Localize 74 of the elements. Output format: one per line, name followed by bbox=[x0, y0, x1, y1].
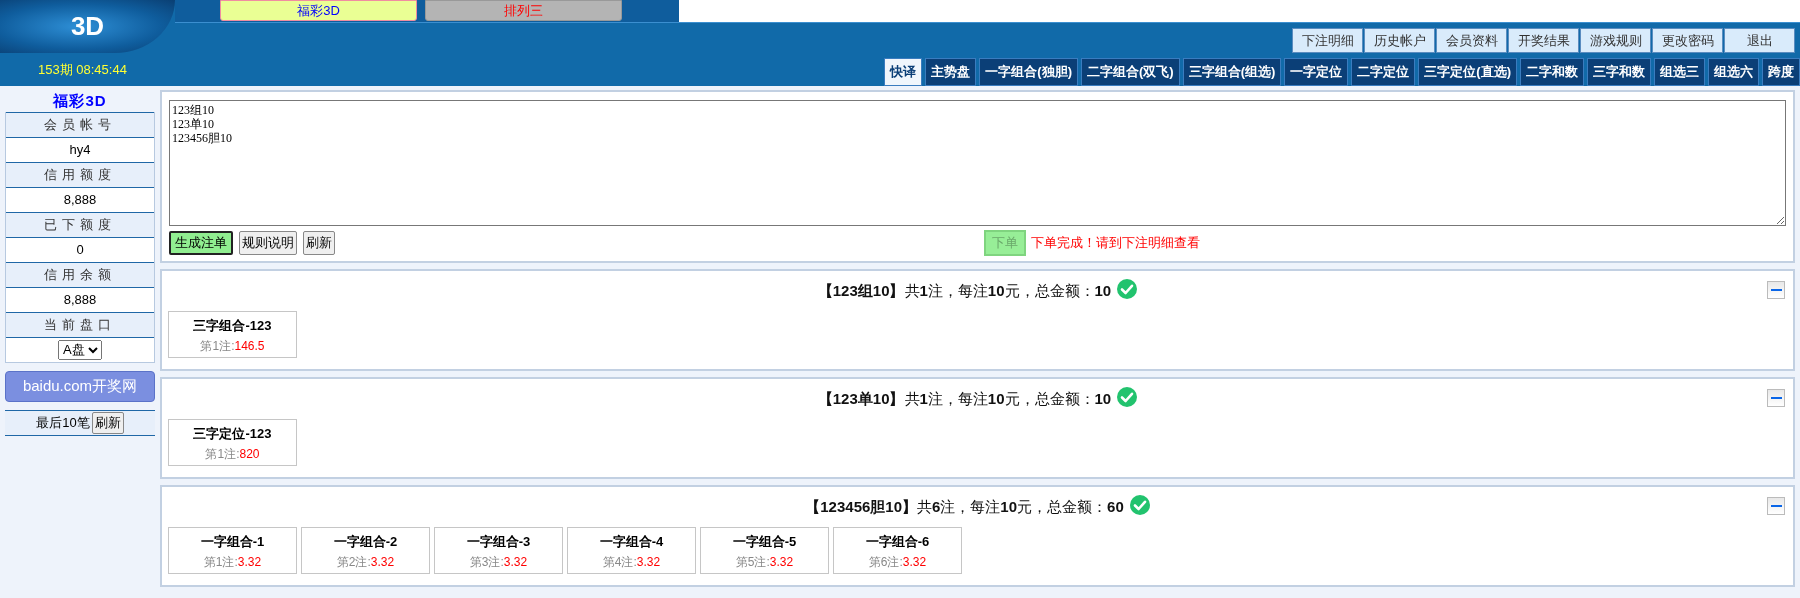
bet-input-field[interactable]: 123组10 123单10 123456胆10 bbox=[169, 100, 1786, 226]
recent-label: 最后10笔 bbox=[36, 414, 90, 432]
nav-button[interactable]: 更改密码 bbox=[1652, 28, 1723, 53]
status-message: 下单完成！请到下注明细查看 bbox=[1031, 234, 1200, 252]
action-button[interactable]: 生成注单 bbox=[169, 231, 233, 255]
game-tab[interactable]: 三字定位(直选) bbox=[1418, 58, 1517, 86]
bet-summary: 【123456胆10】共6注，每注10元，总金额：60 bbox=[805, 497, 1124, 517]
lottery-tab[interactable]: 福彩3D bbox=[220, 0, 417, 21]
bet-odds: 3.32 bbox=[237, 555, 262, 569]
bet-title: 一字组合-1 bbox=[199, 533, 266, 551]
bet-odds: 3.32 bbox=[769, 555, 794, 569]
bet-label: 第2注: bbox=[336, 555, 371, 569]
minus-icon bbox=[1770, 289, 1782, 291]
bet-title: 一字组合-2 bbox=[332, 533, 399, 551]
bet-odds: 820 bbox=[239, 447, 260, 461]
game-tab[interactable]: 一字定位 bbox=[1284, 58, 1349, 86]
bet-summary: 【123组10】共1注，每注10元，总金额：10 bbox=[817, 281, 1112, 301]
nav-button[interactable]: 游戏规则 bbox=[1580, 28, 1651, 53]
collapse-button[interactable] bbox=[1767, 281, 1785, 299]
bet-odds: 3.32 bbox=[636, 555, 661, 569]
bet-label: 第6注: bbox=[868, 555, 903, 569]
game-tab[interactable]: 组选六 bbox=[1708, 58, 1759, 86]
nav-button[interactable]: 会员资料 bbox=[1436, 28, 1507, 53]
game-tab[interactable]: 主势盘 bbox=[925, 58, 977, 86]
game-tab[interactable]: 二字和数 bbox=[1520, 58, 1584, 86]
game-tab[interactable]: 跨度 bbox=[1762, 58, 1800, 86]
bet-summary: 【123单10】共1注，每注10元，总金额：10 bbox=[817, 389, 1112, 409]
field-value: 8,888 bbox=[6, 287, 154, 312]
bet-label: 第5注: bbox=[735, 555, 770, 569]
field-value: 0 bbox=[6, 237, 154, 262]
nav-button[interactable]: 下注明细 bbox=[1292, 28, 1363, 53]
bet-title: 三字定位-123 bbox=[192, 425, 273, 443]
action-button[interactable]: 刷新 bbox=[303, 231, 335, 255]
nav-button[interactable]: 历史帐户 bbox=[1364, 28, 1435, 53]
bet-title: 一字组合-3 bbox=[465, 533, 532, 551]
game-tab[interactable]: 快译 bbox=[884, 58, 923, 86]
nav-button[interactable]: 退出 bbox=[1724, 28, 1795, 53]
bet-label: 第1注: bbox=[200, 339, 235, 353]
game-tab[interactable]: 二字定位 bbox=[1351, 58, 1416, 86]
minus-icon bbox=[1770, 397, 1782, 399]
game-tab[interactable]: 三字组合(组选) bbox=[1182, 58, 1282, 86]
nav-button[interactable]: 开奖结果 bbox=[1508, 28, 1579, 53]
bet-title: 一字组合-5 bbox=[731, 533, 798, 551]
bet-title: 一字组合-6 bbox=[864, 533, 931, 551]
bet-label: 第1注: bbox=[203, 555, 238, 569]
market-select[interactable]: A盘 bbox=[58, 339, 102, 360]
bet-title: 一字组合-4 bbox=[598, 533, 665, 551]
bet-title: 三字组合-123 bbox=[192, 317, 273, 335]
bet-odds: 146.5 bbox=[234, 339, 265, 353]
sidebar-title: 福彩3D bbox=[52, 91, 108, 111]
refresh-button[interactable]: 刷新 bbox=[91, 412, 124, 434]
field-label: 信用额度 bbox=[6, 162, 154, 187]
bet-odds: 3.32 bbox=[902, 555, 927, 569]
game-tab[interactable]: 二字组合(双飞) bbox=[1081, 58, 1180, 86]
bet-label: 第4注: bbox=[602, 555, 637, 569]
action-button[interactable]: 规则说明 bbox=[239, 231, 297, 255]
field-label: 已下额度 bbox=[6, 212, 154, 237]
logo-text: 3D bbox=[70, 11, 105, 42]
collapse-button[interactable] bbox=[1767, 497, 1785, 515]
collapse-button[interactable] bbox=[1767, 389, 1785, 407]
field-label: 会员帐号 bbox=[6, 112, 154, 137]
period-time: 153期 08:45:44 bbox=[37, 61, 128, 79]
bet-odds: 3.32 bbox=[370, 555, 395, 569]
minus-icon bbox=[1770, 505, 1782, 507]
field-label: 当前盘口 bbox=[6, 312, 154, 337]
field-value: 8,888 bbox=[6, 187, 154, 212]
field-value: hy4 bbox=[6, 137, 154, 162]
game-tab[interactable]: 一字组合(独胆) bbox=[979, 58, 1078, 86]
bet-label: 第3注: bbox=[469, 555, 504, 569]
game-tab[interactable]: 三字和数 bbox=[1587, 58, 1651, 86]
field-label: 信用余额 bbox=[6, 262, 154, 287]
bet-odds: 3.32 bbox=[503, 555, 528, 569]
bet-label: 第1注: bbox=[205, 447, 240, 461]
game-tab[interactable]: 组选三 bbox=[1654, 58, 1705, 86]
